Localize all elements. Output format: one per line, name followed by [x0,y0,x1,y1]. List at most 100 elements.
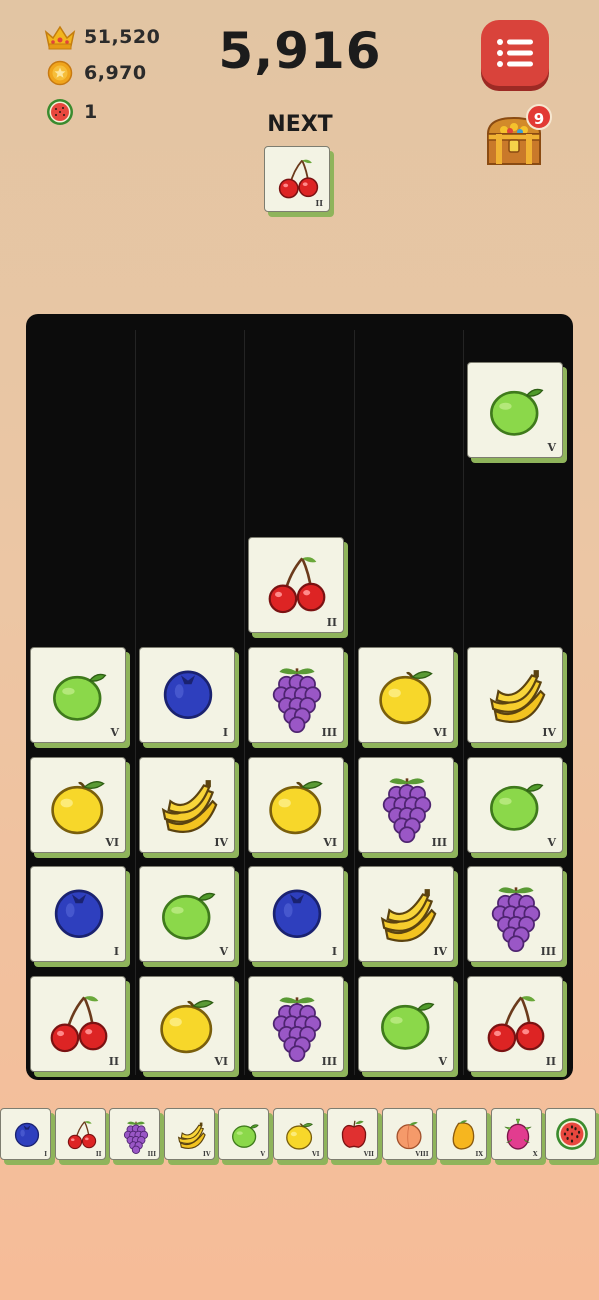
legend-tile-grape: III [109,1108,160,1160]
board-tile-banana: IV [358,866,454,962]
watermelon-icon [44,97,76,127]
board-tile-lemon: VI [358,647,454,743]
lime-icon [490,783,544,831]
rank-label: VIII [415,1151,429,1158]
board-tile-banana: IV [467,647,563,743]
grape-icon [272,668,322,734]
fruit-tile: II [264,146,330,212]
best-score-stat: 51,520 [44,22,160,52]
rank-label: V [110,726,119,739]
column-divider [244,330,245,1075]
column-divider [135,330,136,1075]
board-tile-lemon: VI [248,757,344,853]
board-tile-lime: V [139,866,235,962]
rank-label: II [545,1055,556,1068]
rank-label: V [438,1055,447,1068]
mango-icon [452,1120,475,1150]
grape-icon [382,778,432,844]
rank-label: III [321,1055,337,1068]
rank-label: VI [433,726,447,739]
rank-label: IV [433,945,447,958]
board-tile-grape: III [248,976,344,1072]
board-tile-cherry: II [30,976,126,1072]
blueberry-icon [14,1122,40,1147]
blueberry-icon [163,670,213,719]
apple-icon [341,1120,367,1148]
rank-label: III [147,1151,156,1158]
rank-label: X [532,1151,538,1158]
grape-icon [491,887,541,953]
rank-label: II [315,198,323,208]
banana-icon [177,1122,206,1149]
board-tile-banana: IV [139,757,235,853]
legend-tile-mango: IX [436,1108,487,1160]
lime-icon [381,1002,435,1050]
rank-label: II [95,1151,102,1158]
menu-icon [497,39,533,67]
banana-icon [489,670,546,723]
blueberry-icon [272,889,322,938]
rank-label: V [219,945,228,958]
column-divider [354,330,355,1075]
rank-label: V [547,441,556,454]
board-tile-lime: V [467,757,563,853]
legend-tile-cherry: II [54,1108,106,1160]
dragonfruit-icon [504,1118,531,1150]
rank-label: III [321,726,337,739]
blueberry-icon [54,889,104,938]
rank-label: I [44,1151,47,1158]
lemon-icon [379,671,433,725]
lemon-icon [160,1000,214,1054]
lime-icon [232,1124,259,1148]
rank-label: I [222,726,228,739]
legend-tile-banana: IV [163,1108,215,1160]
cherry-icon [487,996,545,1053]
board-tile-lemon: VI [30,757,126,853]
watermelon-stat: 1 [44,97,98,127]
legend-tile-peach: VIII [381,1108,433,1160]
board-tile-lemon: VI [139,976,235,1072]
rank-label: III [431,836,447,849]
lime-icon [490,388,544,436]
column-divider [463,330,464,1075]
grape-icon [272,997,322,1063]
board-tile-grape: III [248,647,344,743]
legend-tile-watermelon [545,1108,596,1160]
lime-icon [162,892,216,940]
cherry-icon [268,557,326,614]
crown-icon [44,22,76,52]
rank-label: VI [312,1151,320,1158]
board-tile-lime: V [358,976,454,1072]
rank-label: I [331,945,337,958]
rank-label: I [113,945,119,958]
board-tile-lime: V [30,647,126,743]
legend-tile-lime: V [218,1108,269,1160]
cherry-icon [67,1121,96,1150]
next-label: NEXT [267,112,333,137]
lemon-icon [269,781,323,835]
rank-label: IV [214,836,228,849]
rank-label: II [326,616,337,629]
rank-label: V [547,836,556,849]
board-tile-grape: III [358,757,454,853]
rank-label: VI [323,836,337,849]
board-tile-cherry: II [467,976,563,1072]
rank-label: VII [363,1151,374,1158]
rank-label: IX [475,1151,483,1158]
board-tile-blueberry: I [30,866,126,962]
rank-label: IV [203,1151,211,1158]
board-tile-cherry: II [248,537,344,633]
board-tile-lime: V [467,362,563,458]
menu-button[interactable] [481,20,549,86]
best-score-value: 51,520 [84,26,161,48]
rank-label: II [108,1055,119,1068]
current-score: 5,916 [218,22,382,80]
legend-tile-apple: VII [327,1108,378,1160]
board-tile-blueberry: I [139,647,235,743]
treasure-chest-button[interactable]: 9 [480,104,552,170]
board-tile-blueberry: I [248,866,344,962]
coin-icon [44,58,76,88]
rank-label: V [260,1151,265,1158]
chest-badge: 9 [526,104,552,130]
legend-tile-blueberry: I [0,1108,51,1160]
